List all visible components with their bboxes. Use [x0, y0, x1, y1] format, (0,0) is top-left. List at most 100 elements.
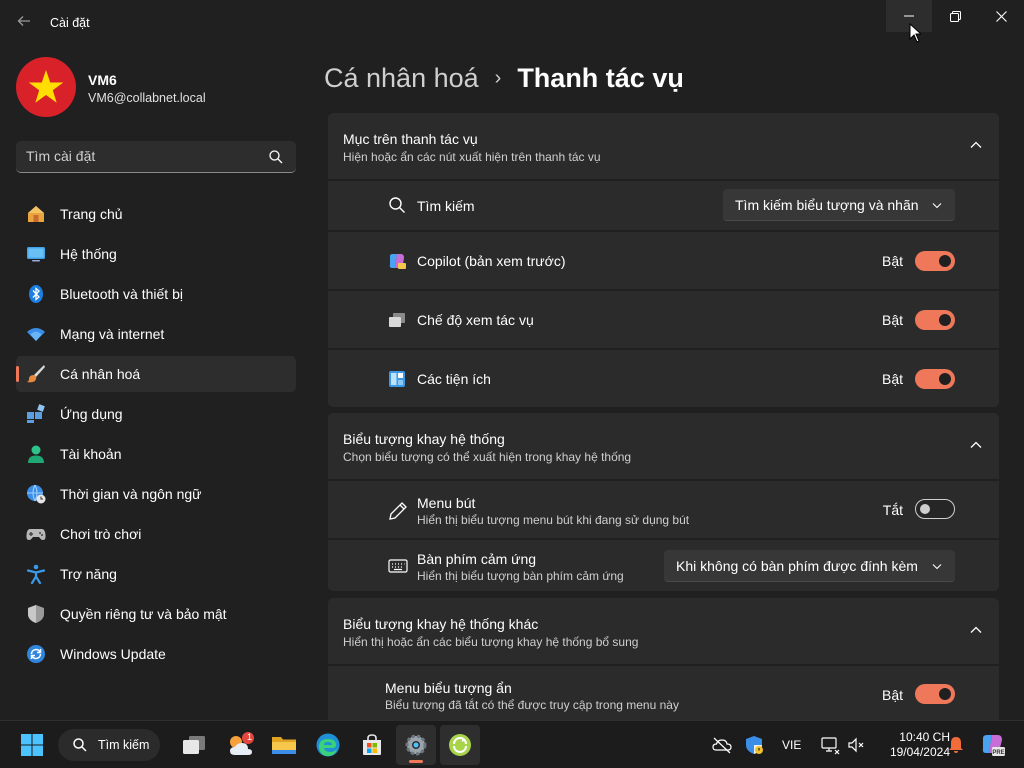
microsoft-store-button[interactable]	[352, 725, 392, 765]
sidebar-item-accounts[interactable]: Tài khoản	[16, 436, 296, 472]
weather-badge-count: 1	[247, 732, 253, 742]
onedrive-offline-icon[interactable]	[712, 735, 732, 755]
sidebar-item-windows-update[interactable]: Windows Update	[16, 636, 296, 672]
task-view-button[interactable]	[174, 725, 214, 765]
sidebar-item-label: Mạng và internet	[60, 326, 165, 342]
weather-widget-button[interactable]: 1	[220, 725, 260, 765]
copilot-preview-icon[interactable]: PRE	[980, 732, 1006, 758]
setting-label: Các tiện ích	[417, 371, 491, 387]
shield-icon	[28, 605, 44, 623]
sidebar-item-apps[interactable]: Ứng dụng	[16, 396, 296, 432]
chevron-up-icon[interactable]	[969, 138, 983, 152]
touch-keyboard-dropdown[interactable]: Khi không có bàn phím được đính kèm	[664, 550, 955, 582]
page-title: Thanh tác vụ	[517, 62, 684, 93]
minimize-icon	[904, 15, 914, 17]
sidebar-item-bluetooth[interactable]: Bluetooth và thiết bị	[16, 276, 296, 312]
start-button[interactable]	[12, 725, 52, 765]
profile-email: VM6@collabnet.local	[88, 91, 206, 105]
clock[interactable]: 10:40 CH 19/04/2024	[866, 730, 950, 760]
gamepad-icon	[26, 529, 46, 540]
clock-date: 19/04/2024	[889, 745, 950, 759]
toggle-state-text: Tắt	[882, 502, 903, 518]
toggle-state-text: Bật	[881, 312, 903, 328]
sidebar-item-label: Tài khoản	[60, 446, 122, 462]
input-language[interactable]: VIE	[782, 738, 801, 752]
setting-row-widgets: Các tiện ích Bật	[328, 350, 999, 407]
restore-button[interactable]	[932, 0, 978, 32]
defender-security-icon[interactable]	[744, 735, 764, 755]
sidebar-item-personalization[interactable]: Cá nhân hoá	[16, 356, 296, 392]
setting-row-pen-menu: Menu bút Hiển thị biểu tượng menu bút kh…	[328, 481, 999, 538]
bluetooth-icon	[29, 285, 43, 303]
sidebar-item-label: Hệ thống	[60, 246, 117, 262]
settings-app-button[interactable]	[396, 725, 436, 765]
setting-row-touch-keyboard: Bàn phím cảm ứng Hiển thị biểu tượng bàn…	[328, 540, 999, 591]
notification-bell-icon[interactable]	[946, 735, 966, 755]
setting-row-copilot: Copilot (bản xem trước) Bật	[328, 232, 999, 289]
sidebar-item-home[interactable]: Trang chủ	[16, 196, 296, 232]
back-button[interactable]	[12, 12, 36, 36]
widgets-toggle[interactable]	[915, 369, 955, 389]
chevron-up-icon[interactable]	[969, 438, 983, 452]
svg-text:PRE: PRE	[992, 750, 1004, 756]
section-subtitle: Hiển thị hoặc ẩn các biểu tượng khay hệ …	[343, 635, 639, 649]
sidebar-item-time-language[interactable]: Thời gian và ngôn ngữ	[16, 476, 296, 512]
sidebar-item-privacy[interactable]: Quyền riêng tư và bảo mật	[16, 596, 296, 632]
section-title: Biểu tượng khay hệ thống	[343, 431, 505, 447]
section-subtitle: Chọn biểu tượng có thể xuất hiện trong k…	[343, 450, 632, 464]
task-view-toggle[interactable]	[915, 310, 955, 330]
windows-logo-icon	[21, 734, 43, 756]
person-icon	[28, 445, 44, 463]
setting-description: Biểu tượng đã tắt có thể được truy cập t…	[385, 698, 679, 712]
network-ethernet-icon[interactable]	[820, 735, 840, 755]
sidebar-item-network[interactable]: Mạng và internet	[16, 316, 296, 352]
search-input[interactable]	[26, 141, 266, 171]
close-icon	[995, 10, 1007, 22]
section-other-tray-header[interactable]: Biểu tượng khay hệ thống khác Hiển thị h…	[328, 598, 999, 664]
search-icon	[269, 150, 283, 164]
update-icon	[27, 645, 45, 663]
search-icon	[73, 738, 87, 752]
setting-label: Chế độ xem tác vụ	[417, 312, 534, 328]
restore-icon	[949, 10, 961, 22]
taskbar-search-label: Tìm kiếm	[98, 738, 150, 752]
setting-description: Hiển thị biểu tượng menu bút khi đang sử…	[417, 513, 690, 527]
close-button[interactable]	[978, 0, 1024, 32]
pinned-app-button[interactable]	[440, 725, 480, 765]
store-icon	[363, 734, 381, 755]
sidebar-item-label: Cá nhân hoá	[60, 366, 141, 382]
file-explorer-button[interactable]	[264, 725, 304, 765]
profile-name: VM6	[88, 72, 117, 88]
setting-label: Menu bút	[417, 495, 476, 511]
apps-icon	[27, 404, 45, 423]
accessibility-icon	[26, 564, 46, 584]
pen-menu-toggle[interactable]	[915, 499, 955, 519]
avatar[interactable]	[16, 57, 76, 117]
mouse-cursor-icon	[909, 23, 921, 43]
copilot-toggle[interactable]	[915, 251, 955, 271]
globe-clock-icon	[27, 484, 46, 504]
toggle-state-text: Bật	[881, 371, 903, 387]
sidebar-item-accessibility[interactable]: Trợ năng	[16, 556, 296, 592]
section-system-tray-header[interactable]: Biểu tượng khay hệ thống Chọn biểu tượng…	[328, 413, 999, 479]
setting-row-search: Tìm kiếm Tìm kiếm biểu tượng và nhãn	[328, 181, 999, 230]
sidebar-item-system[interactable]: Hệ thống	[16, 236, 296, 272]
sidebar-item-label: Trợ năng	[60, 566, 117, 582]
setting-row-hidden-icon-menu: Menu biểu tượng ẩn Biểu tượng đã tắt có …	[328, 666, 999, 720]
hidden-icon-menu-toggle[interactable]	[915, 684, 955, 704]
taskbar-search[interactable]: Tìm kiếm	[58, 729, 160, 761]
keyboard-icon	[388, 559, 408, 573]
sidebar-item-label: Quyền riêng tư và bảo mật	[60, 606, 227, 622]
chevron-up-icon[interactable]	[969, 623, 983, 637]
settings-search[interactable]	[16, 141, 296, 173]
setting-label: Menu biểu tượng ẩn	[385, 680, 512, 696]
section-taskbar-items-header[interactable]: Mục trên thanh tác vụ Hiện hoặc ẩn các n…	[328, 113, 999, 179]
sidebar-item-gaming[interactable]: Chơi trò chơi	[16, 516, 296, 552]
search-mode-dropdown[interactable]: Tìm kiếm biểu tượng và nhãn	[723, 189, 955, 221]
toggle-state-text: Bật	[881, 253, 903, 269]
sidebar-item-label: Trang chủ	[60, 206, 123, 222]
volume-muted-icon[interactable]	[846, 735, 866, 755]
breadcrumb-separator: ›	[494, 66, 502, 89]
breadcrumb-parent[interactable]: Cá nhân hoá	[324, 63, 479, 94]
edge-browser-button[interactable]	[308, 725, 348, 765]
